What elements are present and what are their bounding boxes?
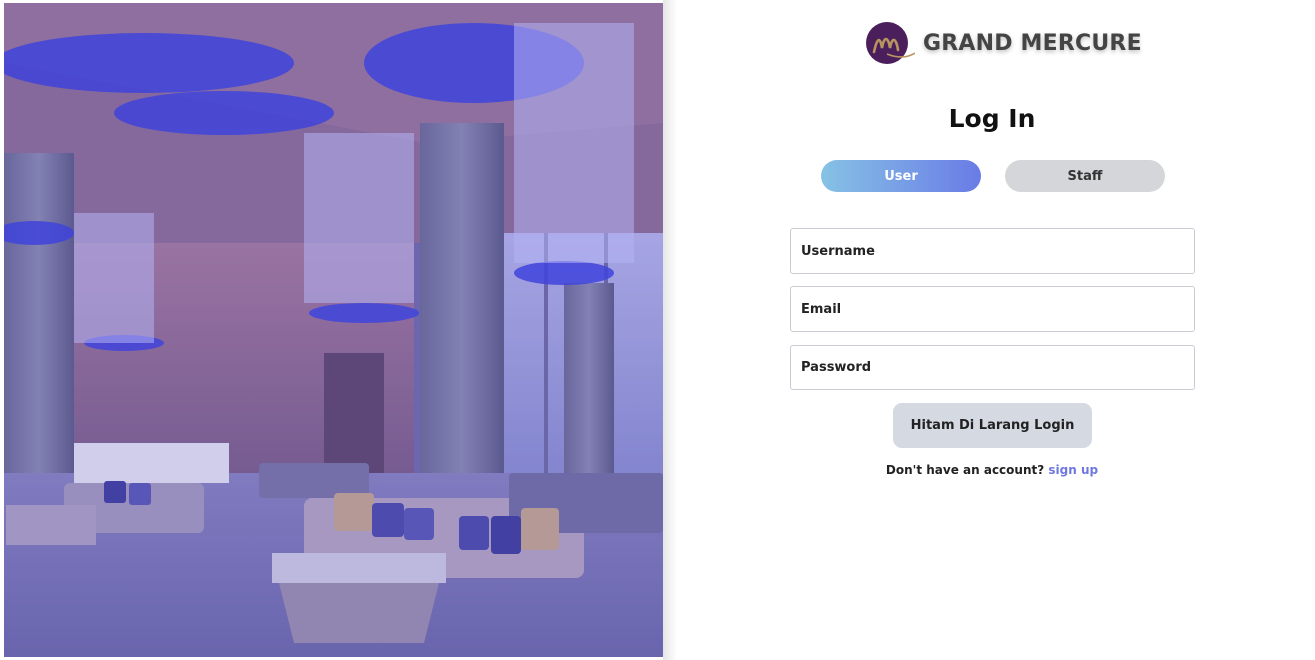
grand-mercure-logo-icon — [865, 20, 915, 66]
login-panel: GRAND MERCURE Log In User Staff Hitam Di… — [663, 0, 1315, 660]
signup-prompt-text: Don't have an account? — [885, 463, 1045, 477]
hotel-lobby-illustration — [4, 3, 663, 657]
username-input[interactable] — [790, 228, 1195, 274]
brand-name: GRAND MERCURE — [923, 30, 1142, 56]
page-title: Log In — [948, 104, 1036, 133]
password-input[interactable] — [790, 345, 1195, 390]
signup-prompt: Don't have an account? sign up — [663, 463, 1315, 477]
signup-link[interactable]: sign up — [1048, 463, 1098, 477]
hotel-lobby-image — [4, 3, 663, 657]
brand-header: GRAND MERCURE — [865, 20, 1142, 66]
email-input[interactable] — [790, 286, 1195, 332]
role-tabs: User Staff — [821, 160, 1165, 192]
login-button[interactable]: Hitam Di Larang Login — [893, 403, 1092, 448]
tab-user[interactable]: User — [821, 160, 981, 192]
tab-staff[interactable]: Staff — [1005, 160, 1165, 192]
